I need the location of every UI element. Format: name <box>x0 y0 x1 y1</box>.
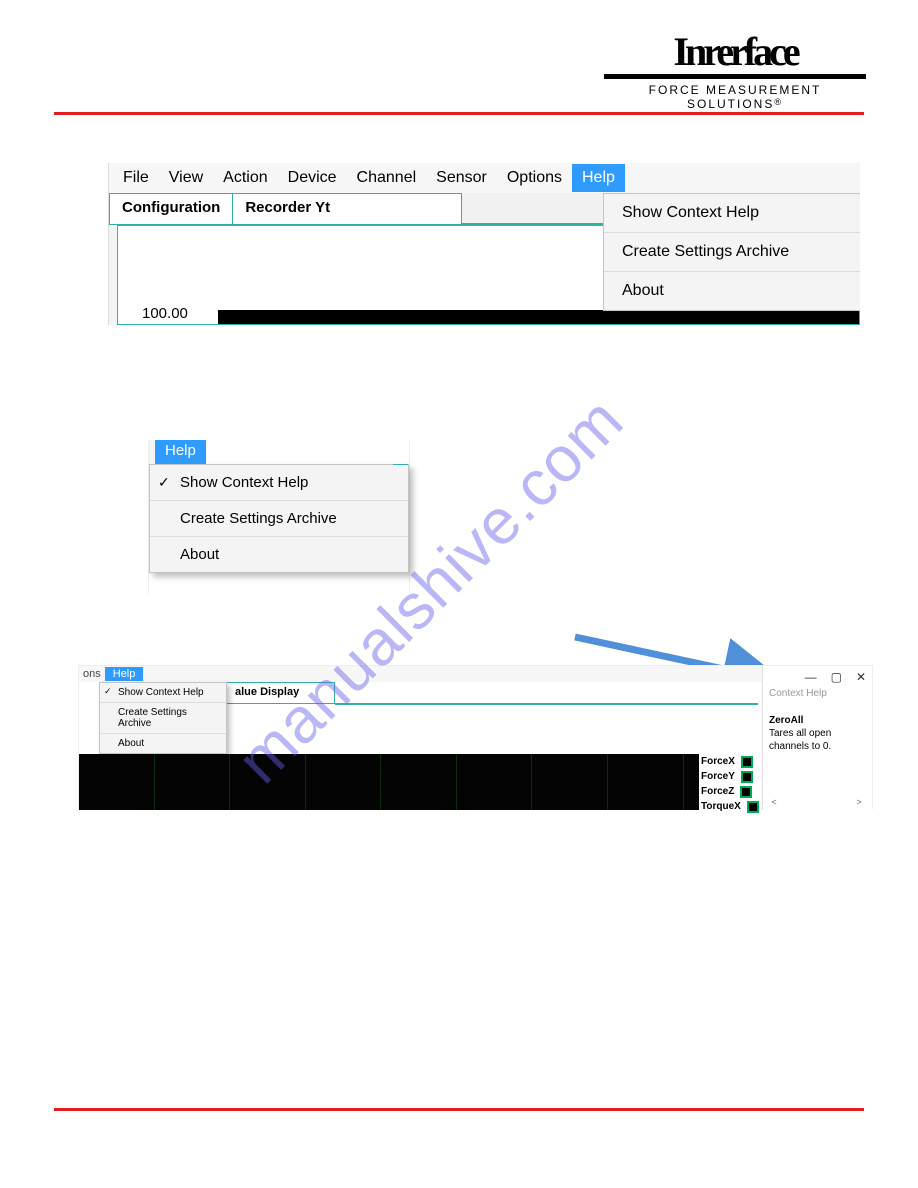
divider-top <box>54 112 864 115</box>
y-axis-value: 100.00 <box>142 305 188 322</box>
screenshot-context-help-panel: ons Help ✓ Show Context Help Create Sett… <box>78 665 873 809</box>
brand-tagline: FORCE MEASUREMENT SOLUTIONS® <box>604 79 866 111</box>
swatch-icon <box>741 756 753 768</box>
tab-value-display[interactable]: alue Display <box>227 682 335 704</box>
signal-forcez[interactable]: ForceZ <box>699 784 761 799</box>
menu-device[interactable]: Device <box>278 164 347 192</box>
help-submenu: ✓ Show Context Help Create Settings Arch… <box>99 682 227 754</box>
submenu-create-settings-archive[interactable]: Create Settings Archive <box>100 703 226 734</box>
signal-torquex[interactable]: TorqueX <box>699 799 761 814</box>
swatch-icon <box>747 801 759 813</box>
submenu-show-context-help[interactable]: ✓ Show Context Help <box>100 683 226 703</box>
swatch-icon <box>740 786 752 798</box>
signal-legend: ForceX ForceY ForceZ TorqueX <box>699 754 761 814</box>
submenu-create-settings-archive[interactable]: Create Settings Archive <box>604 233 860 272</box>
scroll-right-icon[interactable]: > <box>852 797 866 807</box>
window-controls: — ▢ ✕ <box>769 670 866 684</box>
submenu-create-settings-archive[interactable]: Create Settings Archive <box>150 501 408 537</box>
panel-title: Context Help <box>769 688 866 699</box>
divider-bottom <box>54 1108 864 1111</box>
menubar: File View Action Device Channel Sensor O… <box>109 163 860 193</box>
menu-channel[interactable]: Channel <box>347 164 427 192</box>
menu-view[interactable]: View <box>159 164 213 192</box>
check-icon: ✓ <box>104 686 112 697</box>
context-help-panel: — ▢ ✕ Context Help ZeroAll Tares all ope… <box>762 666 872 810</box>
submenu-about[interactable]: About <box>150 537 408 572</box>
submenu-about[interactable]: About <box>604 272 860 310</box>
menu-help[interactable]: Help <box>155 440 206 464</box>
help-submenu: Show Context Help Create Settings Archiv… <box>603 193 860 311</box>
menubar-wide: ons Help <box>79 666 872 682</box>
screenshot-help-menu-full: File View Action Device Channel Sensor O… <box>108 163 860 325</box>
tab-configuration[interactable]: Configuration <box>109 193 233 225</box>
minimize-icon[interactable]: — <box>805 670 817 684</box>
chart-gridlines <box>79 754 759 810</box>
menubar-small: Help <box>149 440 409 464</box>
menu-help[interactable]: Help <box>572 164 625 192</box>
maximize-icon[interactable]: ▢ <box>831 670 842 684</box>
swatch-icon <box>741 771 753 783</box>
scroll-left-icon[interactable]: < <box>767 797 781 807</box>
brand-wordmark: Inrerface <box>604 32 866 79</box>
help-submenu: ✓ Show Context Help Create Settings Arch… <box>149 464 409 573</box>
tab-recorder-yt[interactable]: Recorder Yt <box>232 193 462 225</box>
menu-options-tail[interactable]: ons <box>79 667 105 681</box>
menu-options[interactable]: Options <box>497 164 572 192</box>
submenu-about[interactable]: About <box>100 734 226 753</box>
menu-sensor[interactable]: Sensor <box>426 164 497 192</box>
chart-strip <box>218 310 859 324</box>
submenu-show-context-help[interactable]: ✓ Show Context Help <box>150 465 408 501</box>
signal-forcey[interactable]: ForceY <box>699 769 761 784</box>
screenshot-help-menu-checked: Help la ✓ Show Context Help Create Setti… <box>148 440 410 594</box>
check-icon: ✓ <box>158 474 170 491</box>
scrollbar-track[interactable] <box>781 797 852 807</box>
context-heading: ZeroAll <box>769 715 866 726</box>
signal-forcex[interactable]: ForceX <box>699 754 761 769</box>
close-icon[interactable]: ✕ <box>856 670 866 684</box>
tabs-underline <box>335 703 758 705</box>
menu-file[interactable]: File <box>113 164 159 192</box>
submenu-show-context-help[interactable]: Show Context Help <box>604 194 860 233</box>
context-body: Tares all open channels to 0. <box>769 728 866 753</box>
menu-help[interactable]: Help <box>105 667 144 681</box>
brand-logo: Inrerface FORCE MEASUREMENT SOLUTIONS® <box>604 32 866 111</box>
menu-action[interactable]: Action <box>213 164 277 192</box>
scrollbar[interactable]: < > <box>767 795 866 809</box>
